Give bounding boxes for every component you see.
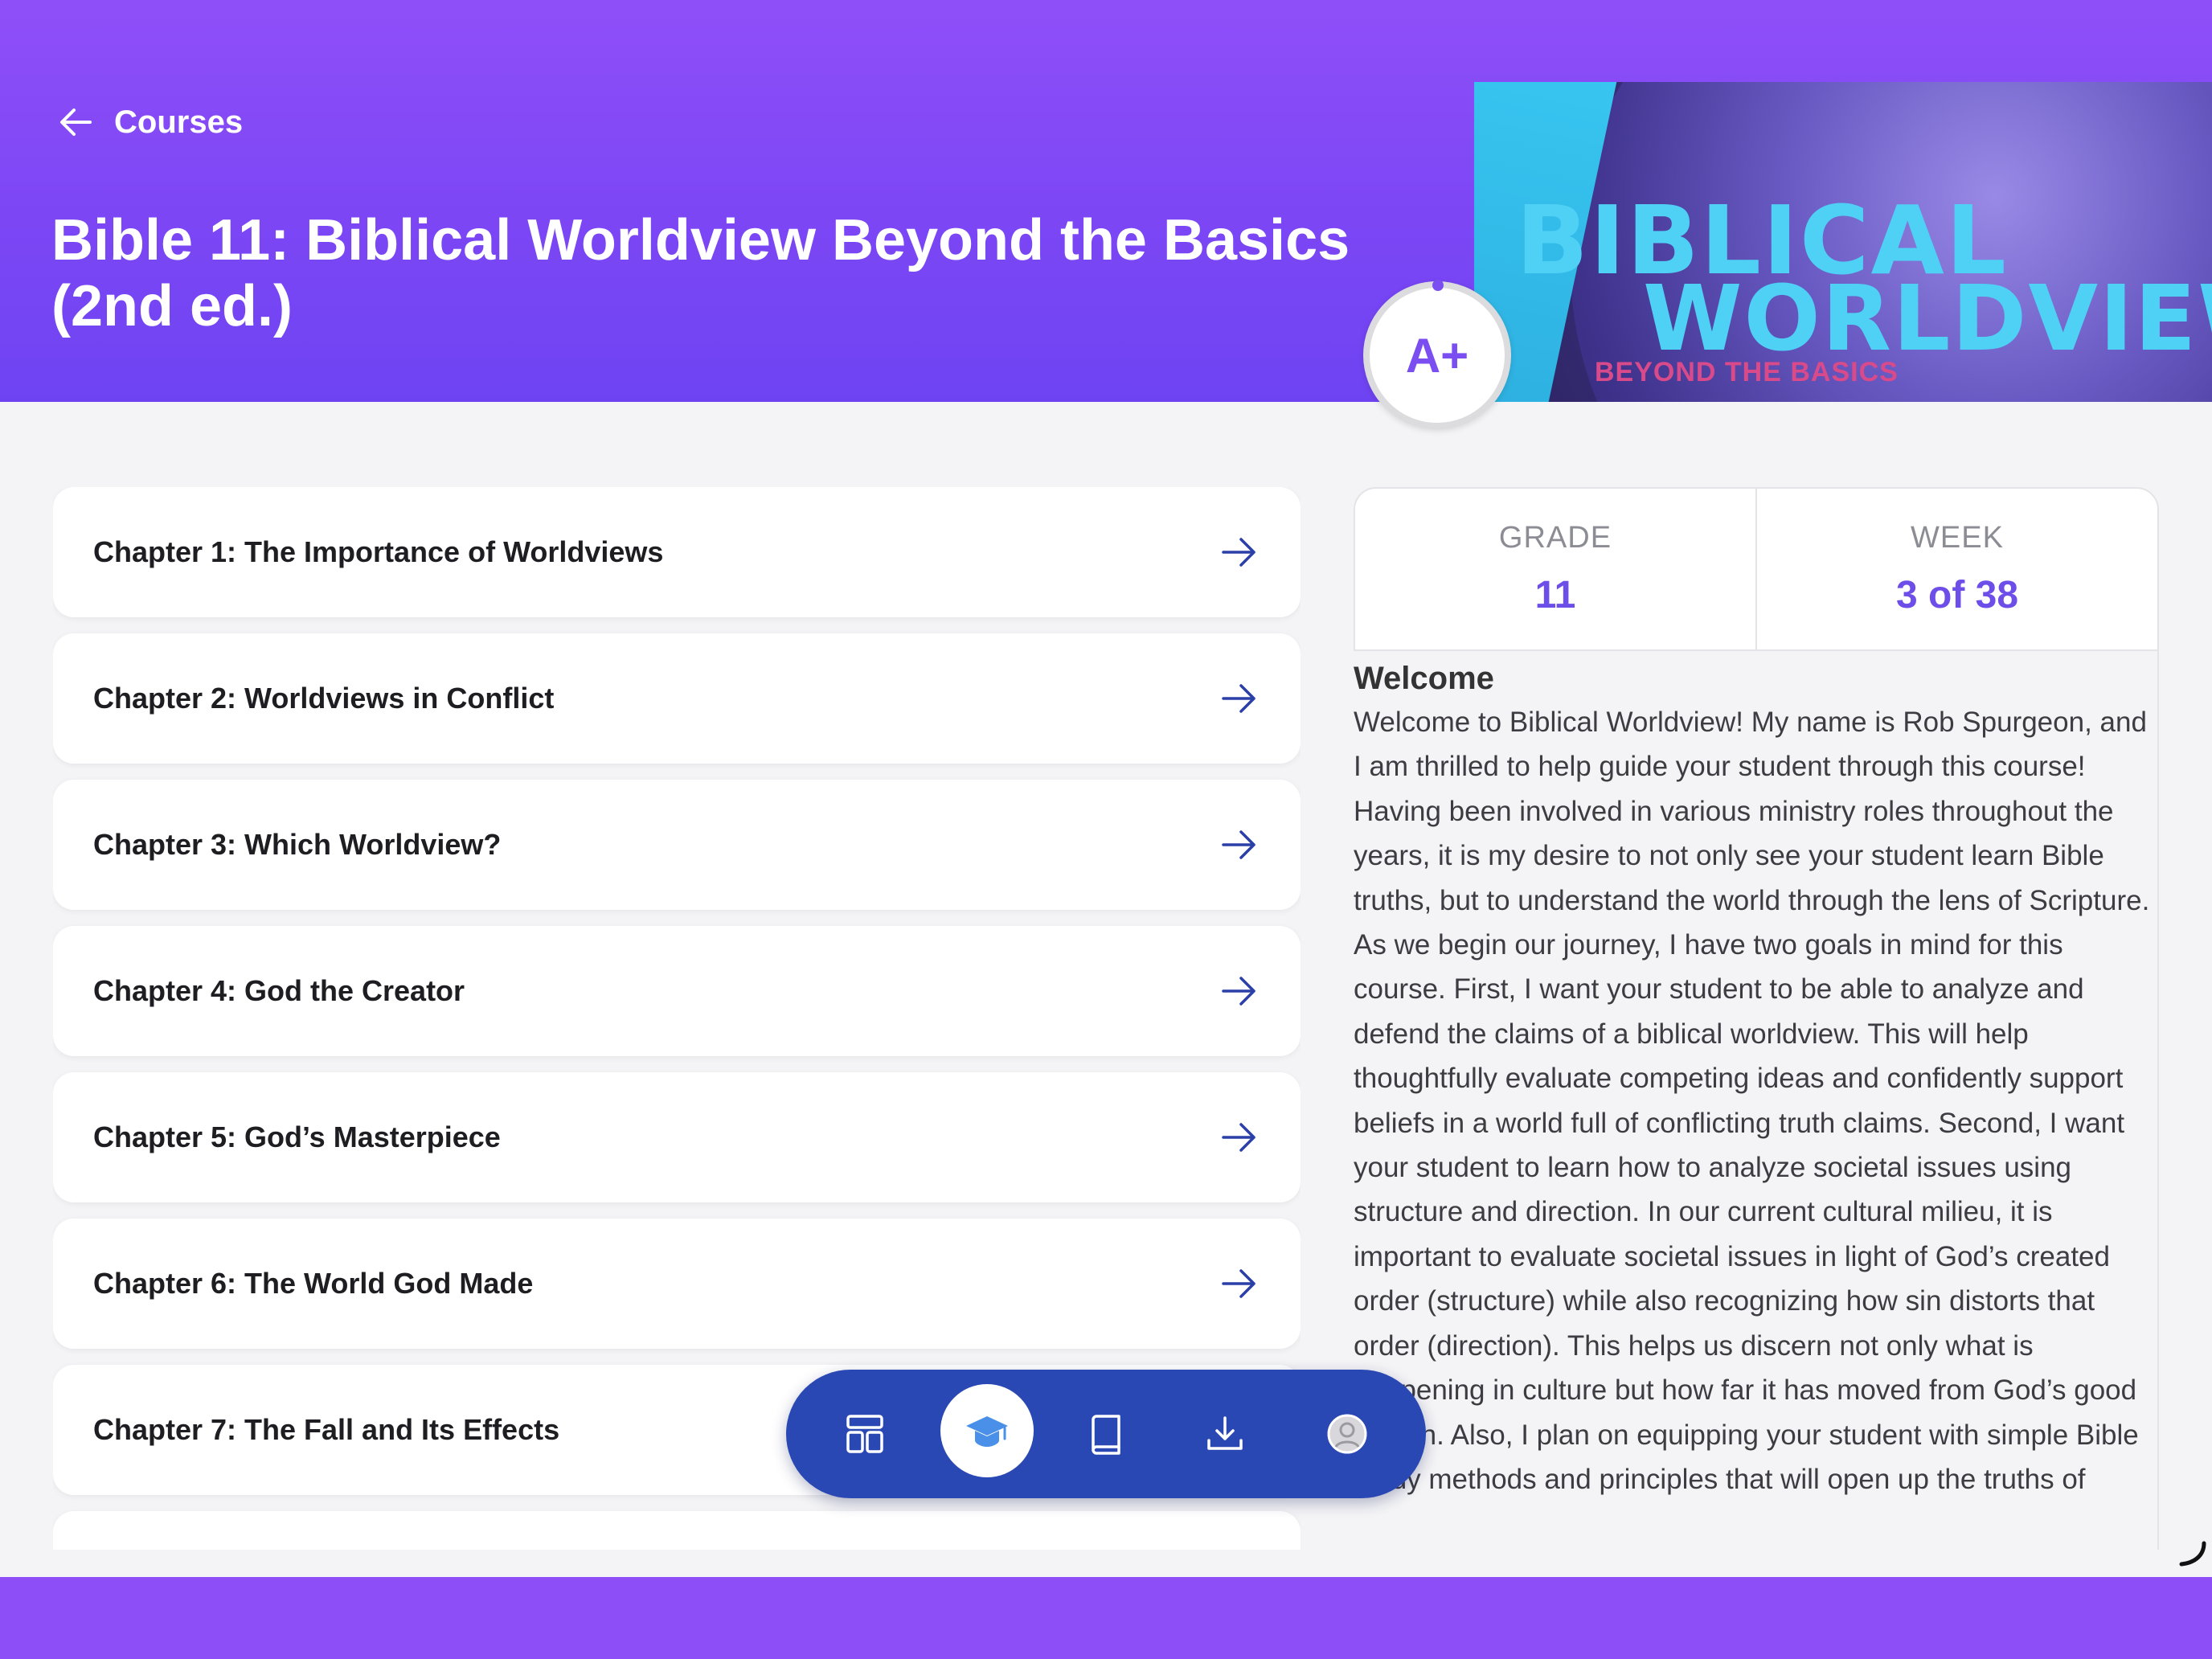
- chapter-label: Chapter 2: Worldviews in Conflict: [93, 682, 555, 715]
- arrow-right-icon: [1222, 830, 1256, 859]
- banner-line-3: BEYOND THE BASICS: [1595, 357, 1899, 387]
- download-icon: [1207, 1416, 1243, 1450]
- chapter-item[interactable]: Chapter 1: The Importance of Worldviews: [53, 487, 1301, 617]
- grade-badge-value: A+: [1405, 328, 1469, 383]
- course-header: Courses Bible 11: Biblical Worldview Bey…: [0, 0, 2212, 402]
- bottom-frame-bar: [0, 1577, 2212, 1659]
- bottom-nav-bar: [786, 1370, 1426, 1498]
- week-label: WEEK: [1911, 521, 2004, 555]
- chapter-item[interactable]: Chapter 2: Worldviews in Conflict: [53, 633, 1301, 764]
- chapter-label: Chapter 7: The Fall and Its Effects: [93, 1413, 560, 1446]
- chapter-item[interactable]: [53, 1511, 1301, 1550]
- chapter-label: Chapter 4: God the Creator: [93, 974, 465, 1007]
- nav-courses-button[interactable]: [940, 1384, 1034, 1477]
- arrow-right-icon: [1222, 977, 1256, 1006]
- welcome-section[interactable]: Welcome Welcome to Biblical Worldview! M…: [1354, 651, 2159, 1550]
- graduation-cap-icon: [966, 1416, 1008, 1447]
- arrow-left-icon: [60, 109, 92, 136]
- nav-profile-button[interactable]: [1307, 1394, 1387, 1474]
- chapter-label: Chapter 5: God’s Masterpiece: [93, 1120, 501, 1153]
- back-to-courses-link[interactable]: Courses: [56, 100, 243, 145]
- progress-dot: [1432, 280, 1444, 291]
- chapter-item[interactable]: Chapter 6: The World God Made: [53, 1219, 1301, 1349]
- arrow-right-icon: [1222, 538, 1256, 567]
- banner-line-2: WORLDVIEW: [1643, 267, 2212, 371]
- course-info-panel: GRADE 11 WEEK 3 of 38 Welcome Welcome to…: [1354, 487, 2159, 1550]
- arrow-right-icon: [1222, 684, 1256, 713]
- week-stat: WEEK 3 of 38: [1755, 489, 2157, 649]
- grade-badge: A+: [1363, 280, 1511, 429]
- nav-library-button[interactable]: [1066, 1394, 1146, 1474]
- chapter-item[interactable]: Chapter 3: Which Worldview?: [53, 780, 1301, 910]
- chapter-item[interactable]: Chapter 5: God’s Masterpiece: [53, 1072, 1301, 1202]
- back-label: Courses: [114, 104, 244, 140]
- chapter-item[interactable]: Chapter 4: God the Creator: [53, 926, 1301, 1056]
- course-banner-image: BIBLICAL WORLDVIEW BEYOND THE BASICS: [1474, 82, 2212, 402]
- welcome-heading: Welcome: [1354, 661, 1494, 696]
- book-icon: [1092, 1415, 1120, 1455]
- course-title: Bible 11: Biblical Worldview Beyond the …: [51, 208, 1350, 338]
- course-stats: GRADE 11 WEEK 3 of 38: [1354, 487, 2159, 651]
- arrow-right-icon: [1222, 1269, 1256, 1298]
- welcome-text: Welcome to Biblical Worldview! My name i…: [1354, 707, 2150, 1495]
- chapter-label: Chapter 1: The Importance of Worldviews: [93, 535, 664, 568]
- profile-icon: [1327, 1414, 1367, 1454]
- chapter-label: Chapter 3: Which Worldview?: [93, 828, 502, 861]
- grade-stat: GRADE 11: [1355, 489, 1755, 649]
- loading-spinner-icon: [2179, 1541, 2206, 1567]
- week-value: 3 of 38: [1895, 574, 2019, 616]
- dashboard-icon: [846, 1415, 883, 1453]
- arrow-right-icon: [1222, 1123, 1256, 1152]
- chapter-label: Chapter 6: The World God Made: [93, 1267, 534, 1300]
- nav-downloads-button[interactable]: [1185, 1394, 1265, 1474]
- grade-label: GRADE: [1498, 521, 1612, 555]
- nav-dashboard-button[interactable]: [825, 1394, 905, 1474]
- grade-value: 11: [1534, 574, 1576, 616]
